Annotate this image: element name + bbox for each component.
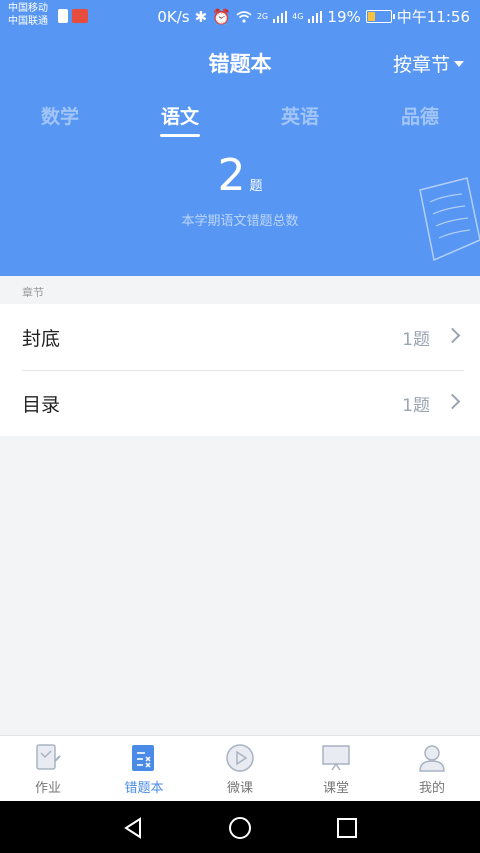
tab-classroom[interactable]: 课堂 [288,736,384,802]
signal-label-2: 4G [292,12,304,21]
sort-label: 按章节 [392,54,450,76]
battery-percent: 19% [327,7,361,26]
tab-label: 我的 [418,781,445,796]
chevron-right-icon [444,327,461,344]
section-header: 章节 [22,286,44,299]
header-area: 中国移动 中国联通 0K/s ✱ ⏰ 2G 4G 19% 中午11:56 错题本… [0,0,480,276]
play-icon [226,744,254,772]
tab-homework[interactable]: 作业 [0,736,96,802]
count-description: 本学期语文错题总数 [181,214,299,229]
status-bar: 中国移动 中国联通 0K/s ✱ ⏰ 2G 4G 19% 中午11:56 [0,0,480,32]
sort-dropdown[interactable]: 按章节 [393,50,464,77]
system-nav-bar [0,801,480,853]
bluetooth-icon: ✱ [194,7,208,26]
tab-morality[interactable]: 品德 [380,102,460,129]
back-icon[interactable] [122,817,144,839]
classroom-icon [322,745,350,771]
tab-micro-lesson[interactable]: 微课 [192,736,288,802]
status-right: 0K/s ✱ ⏰ 2G 4G 19% 中午11:56 [157,6,470,27]
wifi-icon [236,10,252,23]
subject-tabs: 数学 语文 英语 品德 [0,102,480,142]
tab-label: 微课 [226,781,253,796]
signal-icon-2 [308,10,323,23]
tab-label: 课堂 [322,781,349,796]
chapter-count: 1题 [402,330,430,350]
sim-icon [58,9,68,23]
chapter-row[interactable]: 封底 1题 [0,304,480,370]
chapter-row[interactable]: 目录 1题 [0,370,480,436]
chapter-list: 封底 1题 目录 1题 [0,304,480,436]
chevron-right-icon [444,393,461,410]
carrier-1: 中国移动 [8,3,48,14]
paper-illustration-icon [419,177,480,262]
tab-mistake-book[interactable]: 错题本 [96,736,192,802]
tab-english[interactable]: 英语 [260,102,340,129]
battery-icon [365,10,395,23]
person-icon [419,745,445,772]
network-speed: 0K/s [157,7,190,26]
signal-label-1: 2G [256,12,269,21]
count-unit: 题 [249,179,263,194]
home-icon[interactable] [229,817,251,839]
tab-profile[interactable]: 我的 [384,736,480,802]
alarm-icon: ⏰ [212,7,231,26]
mistake-count: 2题 [0,150,480,201]
count-number: 2 [217,150,246,201]
tab-label: 错题本 [124,781,164,796]
tab-chinese[interactable]: 语文 [140,102,220,137]
recent-apps-icon[interactable] [337,818,357,838]
tab-label: 作业 [34,781,61,796]
carrier-info: 中国移动 中国联通 [8,2,48,28]
clock: 中午11:56 [396,8,470,26]
chapter-name: 目录 [22,394,61,416]
tab-math[interactable]: 数学 [20,102,100,129]
chapter-name: 封底 [22,328,61,350]
caret-down-icon [454,60,464,67]
homework-icon [36,744,61,770]
chapter-count: 1题 [402,396,430,416]
app-notification-icon [72,9,88,23]
mistake-book-icon [132,745,154,771]
bottom-tab-bar: 作业 错题本 微课 课堂 我的 [0,735,480,802]
carrier-2: 中国联通 [8,16,48,27]
signal-icon [273,10,288,23]
